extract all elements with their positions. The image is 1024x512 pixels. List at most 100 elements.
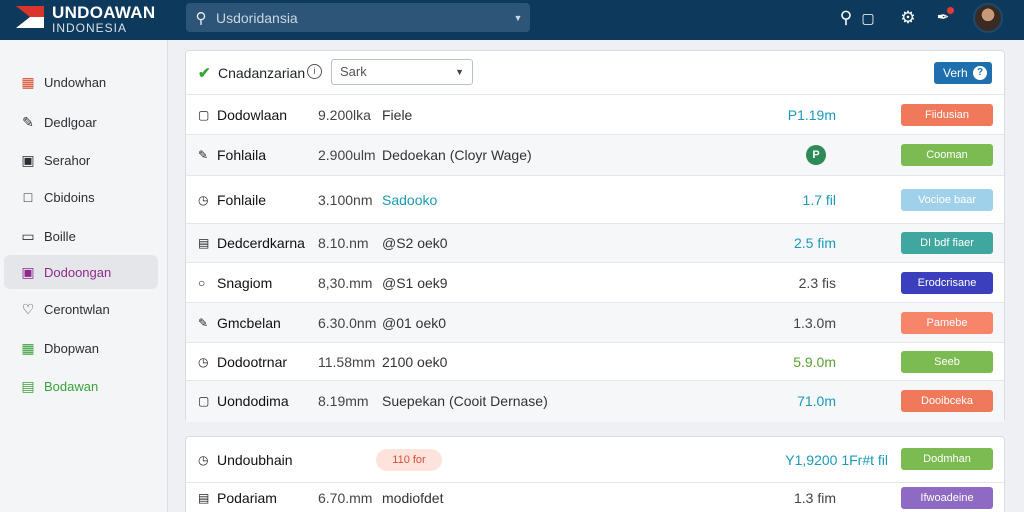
- sidebar-item-label: Dodoongan: [44, 264, 112, 280]
- row-name: Fohlaila: [217, 147, 267, 163]
- row-description: @S1 oek9: [382, 275, 448, 291]
- search-bar[interactable]: ⚲ ▼: [186, 3, 530, 32]
- row-description: modiofdet: [382, 490, 444, 506]
- row-size: 6.70.mm: [318, 490, 373, 506]
- row-name: Podariam: [217, 490, 277, 506]
- brand-title: UNDOAWAN: [52, 3, 156, 22]
- edit-icon: ✎: [198, 148, 209, 162]
- verify-button-label: Verh: [943, 66, 968, 80]
- info-icon[interactable]: i: [307, 64, 322, 79]
- sidebar-item-label: Bodawan: [44, 378, 99, 394]
- row-name: Uondodima: [217, 393, 289, 409]
- row-name: Fohlaile: [217, 192, 267, 208]
- files-panel: ✔ Cnadanzarian i Sark ▼ Verh ? ▢ Dodowla…: [185, 50, 1005, 422]
- heart-icon: ♡: [21, 300, 35, 317]
- table-row[interactable]: ✎ Fohlaila 2.900ulm Dedoekan (Cloyr Wage…: [186, 135, 1004, 176]
- table-row[interactable]: ▢ Dodowlaan 9.200lka Fiele P1.19m Fiidus…: [186, 95, 1004, 135]
- circle-icon: ○: [198, 276, 206, 290]
- folder-icon: ▤: [198, 236, 210, 250]
- sort-select[interactable]: Sark ▼: [331, 59, 473, 85]
- sidebar-item-bodawan[interactable]: ▤ Bodawan: [4, 369, 158, 403]
- avatar[interactable]: [973, 3, 1003, 33]
- verify-button[interactable]: Verh ?: [934, 62, 992, 84]
- table-row[interactable]: ◷ Dodootrnar 11.58mm 2100 oek0 5.9.0m Se…: [186, 343, 1004, 381]
- sidebar-item-undowhan[interactable]: ▦ Undowhan: [4, 65, 158, 99]
- chevron-down-icon[interactable]: ▼: [506, 13, 530, 23]
- table-row[interactable]: ◷ Fohlaile 3.100nm Sadooko 1.7 fil Vocio…: [186, 176, 1004, 224]
- table-row[interactable]: ▤ Dedcerdkarna 8.10.nm @S2 oek0 2.5 fim …: [186, 224, 1004, 263]
- sidebar-item-cerontwlan[interactable]: ♡ Cerontwlan: [4, 292, 158, 326]
- row-size: 8,30.mm: [318, 275, 373, 291]
- row-action-button[interactable]: Dodmhan: [901, 448, 993, 470]
- row-value: 71.0m: [797, 393, 836, 409]
- sidebar-item-dbopwan[interactable]: ▦ Dbopwan: [4, 331, 158, 365]
- row-action-button[interactable]: Vocioe baar: [901, 189, 993, 211]
- table-row[interactable]: ○ Snagiom 8,30.mm @S1 oek9 2.3 fis Erodc…: [186, 263, 1004, 303]
- sidebar-item-serahor[interactable]: ▣ Serahor: [4, 143, 158, 177]
- building-icon: ▦: [21, 73, 35, 90]
- clock-icon: ◷: [198, 193, 209, 207]
- sidebar-item-dedlgoar[interactable]: ✎ Dedlgoar: [4, 105, 158, 139]
- edit-icon: ✎: [198, 316, 209, 330]
- row-value: 2.3 fis: [798, 275, 836, 291]
- row-action-button[interactable]: Cooman: [901, 144, 993, 166]
- row-description: 2100 oek0: [382, 354, 448, 370]
- brand-logo[interactable]: UNDOAWAN INDONESIA: [16, 4, 155, 34]
- sidebar-item-label: Dedlgoar: [44, 114, 97, 130]
- status-badge: 110 for: [376, 449, 442, 471]
- row-size: 3.100nm: [318, 192, 373, 208]
- sidebar-item-cbidoins[interactable]: □ Cbidoins: [4, 180, 158, 214]
- row-description: Sadooko: [382, 192, 438, 208]
- row-action-button[interactable]: Pamebe: [901, 312, 993, 334]
- window-icon[interactable]: ▢: [858, 8, 878, 28]
- panel-header: ✔ Cnadanzarian i Sark ▼ Verh ?: [186, 51, 1004, 95]
- monitor-icon: ▣: [21, 151, 35, 168]
- search-input[interactable]: [216, 9, 506, 26]
- sidebar-item-boille[interactable]: ▭ Boille: [4, 219, 158, 253]
- search-icon: ⚲: [195, 9, 207, 27]
- row-action-button[interactable]: Fiidusian: [901, 104, 993, 126]
- pencil-icon: ✎: [22, 113, 34, 130]
- table-row[interactable]: ▤ Podariam 6.70.mm modiofdet 1.3 fim Ifw…: [186, 483, 1004, 512]
- row-action-button[interactable]: Seeb: [901, 351, 993, 373]
- row-description: @01 oek0: [382, 315, 447, 331]
- sidebar-item-dodoongan[interactable]: ▣ Dodoongan: [4, 255, 158, 289]
- table-row[interactable]: ▢ Uondodima 8.19mm Suepekan (Cooit Derna…: [186, 381, 1004, 422]
- top-bar: UNDOAWAN INDONESIA ⚲ ▼ ⚲ ▢ ⚙ ✒: [0, 0, 1024, 40]
- folder-icon: ▣: [21, 263, 35, 280]
- row-action-button[interactable]: Dooibceka: [901, 390, 993, 412]
- row-name: Snagiom: [217, 275, 273, 291]
- calendar-icon: ▦: [21, 339, 35, 356]
- table-row[interactable]: ✎ Gmcbelan 6.30.0nm @01 oek0 1.3.0m Pame…: [186, 303, 1004, 343]
- flag-icon: [16, 6, 44, 28]
- status-icon: P: [806, 145, 826, 165]
- row-size: 11.58mm: [318, 354, 376, 370]
- row-size: 9.200lka: [318, 107, 371, 123]
- row-description: Suepekan (Cooit Dernase): [382, 393, 548, 409]
- file-icon: ▢: [198, 108, 210, 122]
- clock-icon: ◷: [198, 453, 209, 467]
- row-action-button[interactable]: DI bdf fiaer: [901, 232, 993, 254]
- sidebar-item-label: Boille: [44, 228, 76, 244]
- document-icon: ▤: [21, 377, 35, 394]
- search-icon[interactable]: ⚲: [836, 8, 856, 28]
- sidebar-item-label: Cerontwlan: [44, 301, 110, 317]
- file-icon: ▢: [198, 394, 210, 408]
- row-action-button[interactable]: Ifwoadeine: [901, 487, 993, 509]
- gear-icon[interactable]: ⚙: [898, 8, 918, 28]
- help-icon: ?: [973, 66, 987, 80]
- row-description: @S2 oek0: [382, 235, 448, 251]
- sidebar: ▦ Undowhan ✎ Dedlgoar ▣ Serahor □ Cbidoi…: [0, 40, 168, 512]
- row-name: Dedcerdkarna: [217, 235, 305, 251]
- sidebar-item-label: Cbidoins: [44, 189, 95, 205]
- table-row[interactable]: ◷ Undoubhain 110 for Y1,9200 1Fr#t fil D…: [186, 437, 1004, 483]
- row-action-button[interactable]: Erodcrisane: [901, 272, 993, 294]
- row-size: 8.10.nm: [318, 235, 369, 251]
- row-description: Fiele: [382, 107, 413, 123]
- row-value: 5.9.0m: [793, 354, 836, 370]
- row-size: 2.900ulm: [318, 147, 376, 163]
- row-name: Dodowlaan: [217, 107, 288, 123]
- row-value: 1.3.0m: [793, 315, 836, 331]
- sidebar-item-label: Undowhan: [44, 74, 107, 90]
- row-name: Dodootrnar: [217, 354, 288, 370]
